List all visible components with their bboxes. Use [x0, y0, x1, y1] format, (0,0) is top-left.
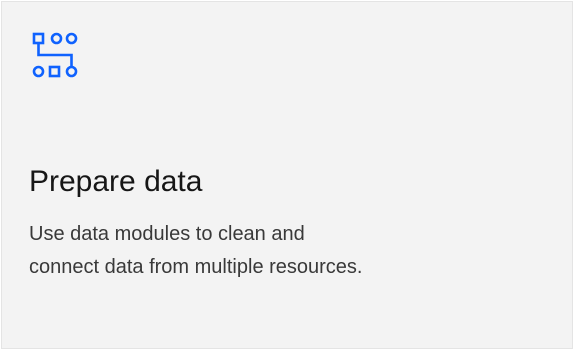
prepare-data-tile[interactable]: Prepare data Use data modules to clean a… [1, 1, 573, 349]
data-flow-icon [30, 30, 80, 80]
tile-description: Use data modules to clean and connect da… [29, 223, 363, 278]
tile-title: Prepare data [29, 165, 203, 198]
